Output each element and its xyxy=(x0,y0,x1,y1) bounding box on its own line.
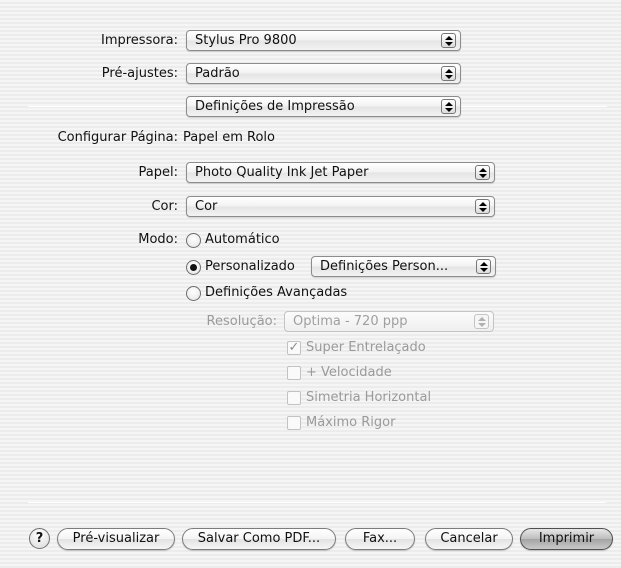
color-value: Cor xyxy=(195,199,218,214)
radio-definicoes-avancadas[interactable] xyxy=(186,286,201,301)
checkbox-super-entrelacado[interactable]: ✓ xyxy=(287,341,301,355)
checkbox-velocidade-label: + Velocidade xyxy=(306,365,392,380)
popup-arrows-icon xyxy=(441,99,456,114)
radio-personalizado-label[interactable]: Personalizado xyxy=(205,259,295,275)
preview-button[interactable]: Pré-visualizar xyxy=(57,528,175,550)
page-setup-label: Configurar Página: xyxy=(57,130,178,145)
presets-value: Padrão xyxy=(195,66,240,81)
save-pdf-button[interactable]: Salvar Como PDF... xyxy=(182,528,336,550)
checkbox-simetria-horizontal-label: Simetria Horizontal xyxy=(306,390,432,405)
print-button[interactable]: Imprimir xyxy=(520,528,613,550)
radio-automatico[interactable] xyxy=(186,233,201,248)
checkbox-velocidade[interactable] xyxy=(287,366,301,380)
radio-automatico-label[interactable]: Automático xyxy=(205,232,280,248)
popup-arrows-icon xyxy=(441,66,456,81)
separator-right xyxy=(461,106,607,107)
resolution-label: Resolução: xyxy=(206,314,277,329)
popup-arrows-icon xyxy=(475,199,490,214)
checkmark-icon: ✓ xyxy=(288,340,300,355)
cancel-button[interactable]: Cancelar xyxy=(425,528,513,550)
checkbox-maximo-rigor[interactable] xyxy=(287,416,301,430)
paper-label: Papel: xyxy=(138,165,178,180)
paper-value: Photo Quality Ink Jet Paper xyxy=(195,165,369,180)
popup-arrows-icon xyxy=(475,165,490,180)
presets-label: Pré-ajustes: xyxy=(101,66,178,81)
presets-popup[interactable]: Padrão xyxy=(186,63,461,84)
paper-popup[interactable]: Photo Quality Ink Jet Paper xyxy=(186,162,495,183)
resolution-value: Optima - 720 ppp xyxy=(293,314,408,329)
printer-label: Impressora: xyxy=(101,33,178,48)
color-popup[interactable]: Cor xyxy=(186,196,495,217)
color-label: Cor: xyxy=(151,199,178,214)
panel-value: Definições de Impressão xyxy=(195,99,355,114)
popup-arrows-icon xyxy=(476,259,491,274)
radio-definicoes-avancadas-label[interactable]: Definições Avançadas xyxy=(205,285,347,301)
fax-button[interactable]: Fax... xyxy=(345,528,415,550)
page-setup-value: Papel em Rolo xyxy=(183,130,275,145)
help-button[interactable]: ? xyxy=(29,528,50,549)
separator-left xyxy=(28,106,188,107)
printer-popup[interactable]: Stylus Pro 9800 xyxy=(186,30,461,51)
custom-settings-value: Definições Person... xyxy=(320,259,449,274)
popup-arrows-icon xyxy=(441,33,456,48)
custom-settings-popup[interactable]: Definições Person... xyxy=(311,256,496,277)
checkbox-maximo-rigor-label: Máximo Rigor xyxy=(306,415,396,430)
mode-label: Modo: xyxy=(138,232,178,247)
checkbox-simetria-horizontal[interactable] xyxy=(287,391,301,405)
printer-value: Stylus Pro 9800 xyxy=(195,33,297,48)
panel-popup[interactable]: Definições de Impressão xyxy=(186,96,461,117)
radio-personalizado[interactable] xyxy=(186,260,201,275)
bottom-separator xyxy=(28,502,606,503)
resolution-popup[interactable]: Optima - 720 ppp xyxy=(284,311,494,332)
checkbox-super-entrelacado-label: Super Entrelaçado xyxy=(306,340,426,355)
popup-arrows-icon xyxy=(474,314,489,329)
